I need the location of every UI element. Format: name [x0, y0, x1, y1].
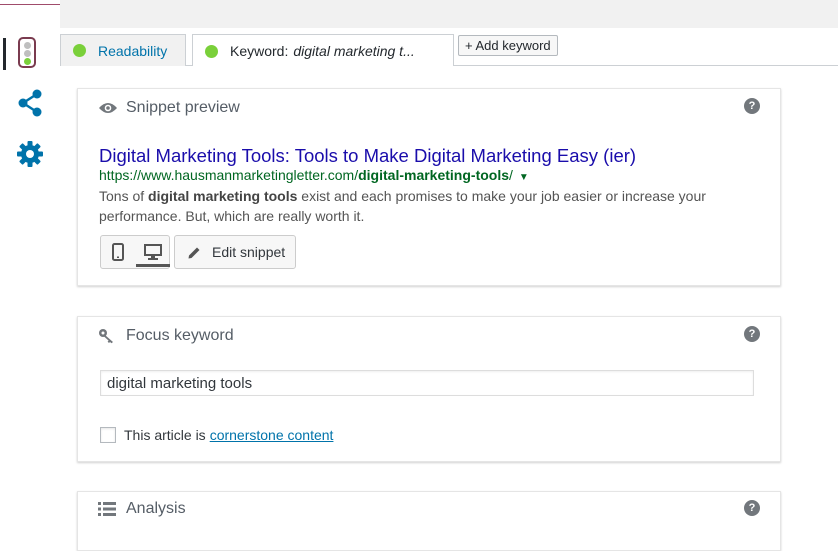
- tab-readability[interactable]: Readability: [60, 34, 186, 66]
- focus-keyword-help-icon[interactable]: ?: [744, 326, 760, 342]
- tab-keyword-prefix: Keyword:: [230, 43, 289, 59]
- tab-keyword[interactable]: Keyword: digital marketing t...: [192, 34, 454, 67]
- device-active-indicator: [136, 264, 170, 267]
- keyword-status-icon: [205, 44, 218, 58]
- traffic-dot-orange: [24, 50, 31, 57]
- eye-icon: [98, 101, 120, 115]
- cornerstone-row: This article is cornerstone content: [100, 427, 333, 443]
- focus-keyword-card: Focus keyword ? This article is cornerst…: [77, 316, 781, 462]
- snippet-description: Tons of digital marketing tools exist an…: [99, 186, 739, 226]
- traffic-dot-green: [24, 58, 31, 65]
- mobile-icon: [112, 243, 124, 261]
- analysis-title: Analysis: [126, 500, 186, 517]
- share-icon[interactable]: [16, 89, 44, 117]
- list-icon: [98, 502, 120, 516]
- pencil-icon: [187, 245, 202, 260]
- analysis-header[interactable]: Analysis: [98, 500, 186, 518]
- cornerstone-checkbox[interactable]: [100, 427, 116, 443]
- focus-keyword-input[interactable]: [100, 370, 754, 396]
- focus-keyword-title: Focus keyword: [126, 327, 234, 344]
- traffic-light-icon[interactable]: [18, 37, 36, 68]
- snippet-url: https://www.hausmanmarketingletter.com/d…: [99, 167, 529, 183]
- analysis-help-icon[interactable]: ?: [744, 500, 760, 516]
- snippet-preview-title: Snippet preview: [126, 99, 240, 116]
- readability-status-icon: [73, 44, 86, 57]
- device-toggle: [100, 235, 170, 269]
- add-keyword-button[interactable]: + Add keyword: [458, 35, 558, 56]
- snippet-preview-card: Snippet preview ? Digital Marketing Tool…: [77, 88, 781, 286]
- snippet-desc-bold: digital marketing tools: [148, 188, 298, 204]
- snippet-preview-header[interactable]: Snippet preview: [98, 99, 240, 117]
- snippet-url-prefix: https://www.hausmanmarketingletter.com/: [99, 167, 359, 183]
- snippet-url-suffix: /: [509, 167, 513, 183]
- tab-keyword-value: digital marketing t...: [293, 43, 415, 59]
- caret-down-icon: ▼: [518, 172, 529, 183]
- snippet-desc-pre: Tons of: [99, 188, 149, 204]
- snippet-help-icon[interactable]: ?: [744, 98, 760, 114]
- desktop-icon: [144, 244, 162, 260]
- snippet-url-slug: digital-marketing-tools: [358, 167, 510, 183]
- cornerstone-link[interactable]: cornerstone content: [210, 427, 334, 443]
- cornerstone-label: This article is: [124, 427, 206, 443]
- edit-snippet-button[interactable]: Edit snippet: [174, 235, 296, 269]
- mobile-preview-button[interactable]: [101, 236, 135, 268]
- traffic-dot-red: [24, 42, 31, 49]
- edit-snippet-label: Edit snippet: [212, 244, 286, 260]
- focus-keyword-header[interactable]: Focus keyword: [98, 327, 234, 345]
- key-icon: [98, 328, 120, 344]
- tab-readability-label: Readability: [98, 42, 168, 59]
- rail-active-indicator: [3, 38, 6, 70]
- tab-bar: Readability Keyword: digital marketing t…: [60, 28, 838, 67]
- analysis-card: Analysis ?: [77, 491, 781, 551]
- gear-icon[interactable]: [16, 140, 44, 168]
- snippet-title[interactable]: Digital Marketing Tools: Tools to Make D…: [99, 145, 636, 167]
